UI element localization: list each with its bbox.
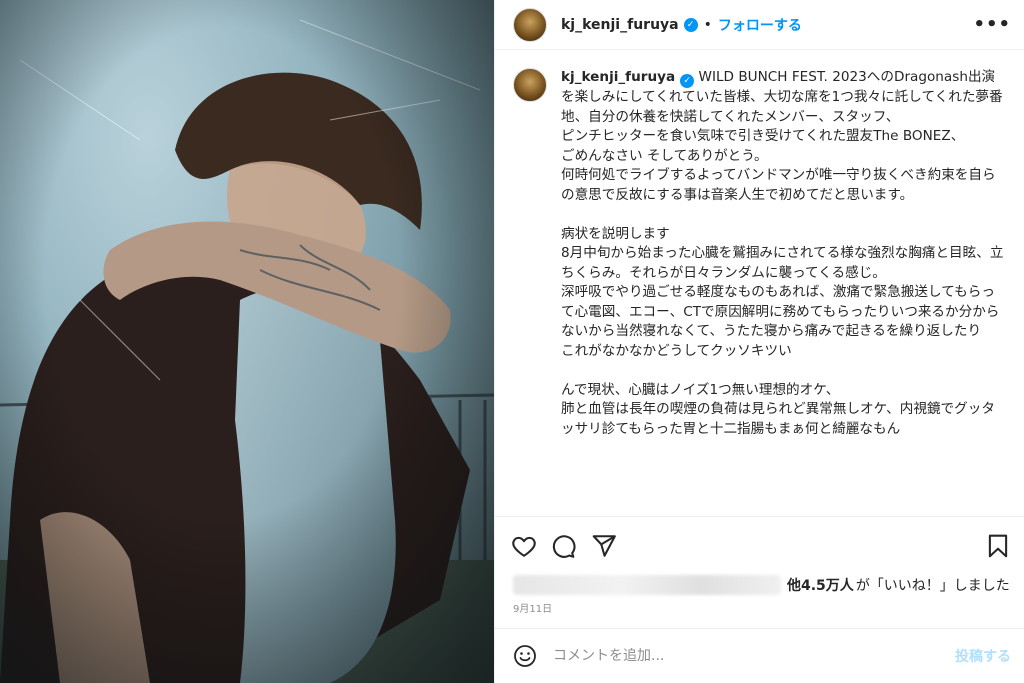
post-photo[interactable] (0, 0, 494, 683)
avatar[interactable] (513, 7, 547, 42)
blurred-liker-names (513, 575, 781, 595)
bookmark-icon[interactable] (985, 533, 1011, 559)
caption: kj_kenji_furuya ✓ WILD BUNCH FEST. 2023への… (561, 68, 1005, 516)
post-comment-button[interactable]: 投稿する (955, 646, 1011, 666)
comment-bar: 投稿する (495, 628, 1024, 683)
emoji-icon[interactable] (513, 644, 537, 668)
caption-username-link[interactable]: kj_kenji_furuya (561, 69, 675, 85)
caption-text: WILD BUNCH FEST. 2023へのDragonash出演を楽しみにし… (561, 69, 1004, 437)
heart-icon[interactable] (511, 533, 537, 559)
comment-input[interactable] (553, 648, 933, 664)
likes-summary: 他4.5万人 が「いいね！」しました (513, 574, 1013, 596)
photo-illustration (0, 0, 494, 683)
likes-count-link[interactable]: 他4.5万人 (787, 575, 854, 595)
post-date[interactable]: 9月11日 (513, 600, 552, 615)
post-modal: kj_kenji_furuya ✓ • フォローする ••• kj_kenji_… (0, 0, 1024, 683)
post-header: kj_kenji_furuya ✓ • フォローする ••• (495, 0, 1024, 50)
caption-area: kj_kenji_furuya ✓ WILD BUNCH FEST. 2023への… (495, 50, 1024, 516)
follow-button[interactable]: フォローする (718, 15, 802, 35)
comment-bubble-icon[interactable] (550, 533, 576, 559)
username-link[interactable]: kj_kenji_furuya (561, 17, 679, 33)
likes-suffix: が「いいね！」しました (855, 578, 1010, 594)
verified-badge-icon: ✓ (680, 74, 695, 88)
caption-avatar[interactable] (513, 68, 547, 102)
paper-plane-icon[interactable] (591, 533, 617, 559)
action-bar (495, 516, 1024, 572)
separator: • (703, 16, 712, 33)
more-options-icon[interactable]: ••• (973, 14, 1011, 35)
verified-badge-icon: ✓ (683, 17, 698, 32)
post-sidebar: kj_kenji_furuya ✓ • フォローする ••• kj_kenji_… (494, 0, 1024, 683)
